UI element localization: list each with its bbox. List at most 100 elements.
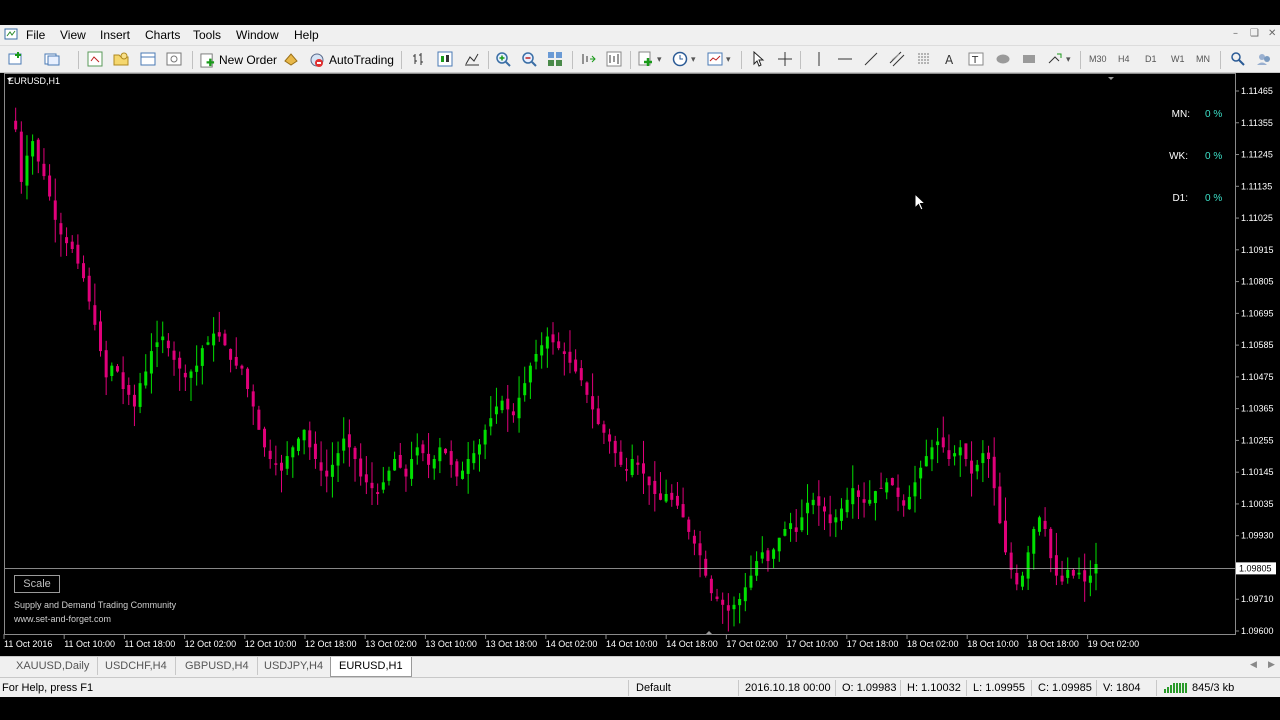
search-icon[interactable] xyxy=(1230,51,1246,67)
candle-body xyxy=(704,558,708,576)
indicators-icon[interactable] xyxy=(638,51,654,67)
timeframe-w1[interactable]: W1 xyxy=(1171,54,1185,64)
tab-usdchf-h4[interactable]: USDCHF,H4 xyxy=(97,657,176,675)
stat-d1-label: D1: xyxy=(1172,193,1188,204)
minimize-icon[interactable]: – xyxy=(1233,28,1238,39)
candle-body xyxy=(919,467,923,479)
candle-body xyxy=(53,200,57,220)
menu-charts[interactable]: Charts xyxy=(145,28,180,42)
autotrading-button[interactable]: AutoTrading xyxy=(309,51,394,69)
candle-body xyxy=(212,333,216,346)
arrows-icon[interactable] xyxy=(1047,51,1063,67)
chart-shift-marker xyxy=(1108,77,1114,80)
community-icon[interactable] xyxy=(1256,51,1272,67)
candle-body xyxy=(1043,520,1047,529)
line-chart-icon[interactable] xyxy=(464,51,480,67)
candle-body xyxy=(263,428,267,448)
timeframe-d1[interactable]: D1 xyxy=(1145,54,1157,64)
y-axis-label: 1.09930 xyxy=(1241,531,1274,541)
timeframe-h4[interactable]: H4 xyxy=(1118,54,1130,64)
menu-insert[interactable]: Insert xyxy=(100,28,130,42)
rectangle-icon[interactable] xyxy=(1021,51,1037,67)
timeframe-mn[interactable]: MN xyxy=(1196,54,1210,64)
candlesticks-icon[interactable] xyxy=(437,51,453,67)
new-order-button[interactable]: New Order xyxy=(200,51,277,69)
status-separator xyxy=(1096,680,1097,696)
tab-usdjpy-h4[interactable]: USDJPY,H4 xyxy=(256,657,333,675)
candle-body xyxy=(240,365,244,369)
auto-scroll-icon[interactable] xyxy=(580,51,596,67)
arrows-dropdown-icon[interactable]: ▾ xyxy=(1066,54,1071,65)
toolbar-separator xyxy=(78,51,79,69)
crosshair-icon[interactable] xyxy=(777,51,793,67)
candle-body xyxy=(1020,575,1024,587)
timeframe-m30[interactable]: M30 xyxy=(1089,54,1107,64)
candle-body xyxy=(523,383,527,396)
zoom-out-icon[interactable] xyxy=(521,51,537,67)
new-chart-icon[interactable] xyxy=(8,51,24,67)
zoom-in-icon[interactable] xyxy=(495,51,511,67)
vertical-line-icon[interactable] xyxy=(811,51,827,67)
candle-body xyxy=(924,456,928,467)
text-tool-icon[interactable]: A xyxy=(942,51,958,67)
candle-body xyxy=(987,452,991,459)
candle-body xyxy=(783,529,787,536)
trendline-icon[interactable] xyxy=(863,51,879,67)
status-high: H: 1.10032 xyxy=(907,682,961,694)
profiles-icon[interactable] xyxy=(44,51,60,67)
candle-body xyxy=(585,382,589,395)
close-icon[interactable]: ✕ xyxy=(1268,28,1276,39)
candle-body xyxy=(574,359,578,372)
status-separator xyxy=(628,680,629,696)
metaeditor-icon[interactable] xyxy=(283,51,299,67)
status-help: For Help, press F1 xyxy=(2,682,94,694)
chart-shift-icon[interactable] xyxy=(606,51,622,67)
tabs-left-arrow-icon[interactable]: ◀ xyxy=(1250,660,1257,670)
templates-icon[interactable] xyxy=(707,51,723,67)
menu-tools[interactable]: Tools xyxy=(193,28,221,42)
window-top-strip xyxy=(0,0,1280,25)
periods-icon[interactable] xyxy=(672,51,688,67)
menu-view[interactable]: View xyxy=(60,28,86,42)
market-watch-icon[interactable] xyxy=(87,51,103,67)
candle-body xyxy=(1094,564,1098,574)
periods-dropdown-icon[interactable]: ▾ xyxy=(691,54,696,65)
restore-icon[interactable]: ❑ xyxy=(1250,28,1259,39)
candle-body xyxy=(438,447,442,462)
stat-mn-value: 0 % xyxy=(1205,109,1223,120)
chart-window[interactable]: 1.11465 1.11355 1.11245 1.11135 1.11025 1.109… xyxy=(0,73,1280,653)
strategy-tester-icon[interactable] xyxy=(166,51,182,67)
equidistant-channel-icon[interactable] xyxy=(889,51,905,67)
tab-eurusd-h1[interactable]: EURUSD,H1 xyxy=(330,657,412,677)
cursor-icon[interactable] xyxy=(750,51,766,67)
candle-body xyxy=(25,155,29,186)
x-axis-label: 13 Oct 02:00 xyxy=(365,639,417,649)
candle-body xyxy=(302,429,306,441)
templates-dropdown-icon[interactable]: ▾ xyxy=(726,54,731,65)
fibonacci-icon[interactable] xyxy=(916,51,932,67)
horizontal-line-icon[interactable] xyxy=(837,51,853,67)
candle-body xyxy=(506,398,510,410)
tabs-right-arrow-icon[interactable]: ▶ xyxy=(1268,660,1275,670)
scale-button[interactable]: Scale xyxy=(14,575,60,593)
candle-body xyxy=(568,351,572,363)
navigator-icon[interactable] xyxy=(113,51,129,67)
menu-help[interactable]: Help xyxy=(294,28,319,42)
tab-xauusd-daily[interactable]: XAUUSD,Daily xyxy=(8,657,99,675)
tile-windows-icon[interactable] xyxy=(547,51,563,67)
terminal-icon[interactable] xyxy=(140,51,156,67)
bar-chart-icon[interactable] xyxy=(411,51,427,67)
candle-body xyxy=(42,163,46,177)
candle-body xyxy=(998,486,1002,524)
price-chart[interactable]: 1.11465 1.11355 1.11245 1.11135 1.11025 1.109… xyxy=(0,73,1280,653)
status-profile[interactable]: Default xyxy=(636,682,671,694)
ellipse-icon[interactable] xyxy=(995,51,1011,67)
tab-gbpusd-h4[interactable]: GBPUSD,H4 xyxy=(177,657,258,675)
candle-body xyxy=(432,459,436,469)
x-axis-label: 12 Oct 18:00 xyxy=(305,639,357,649)
menu-file[interactable]: File xyxy=(26,28,45,42)
text-label-icon[interactable]: T xyxy=(968,51,984,67)
indicators-dropdown-icon[interactable]: ▾ xyxy=(657,54,662,65)
x-axis-label: 11 Oct 2016 xyxy=(4,639,52,649)
menu-window[interactable]: Window xyxy=(236,28,279,42)
